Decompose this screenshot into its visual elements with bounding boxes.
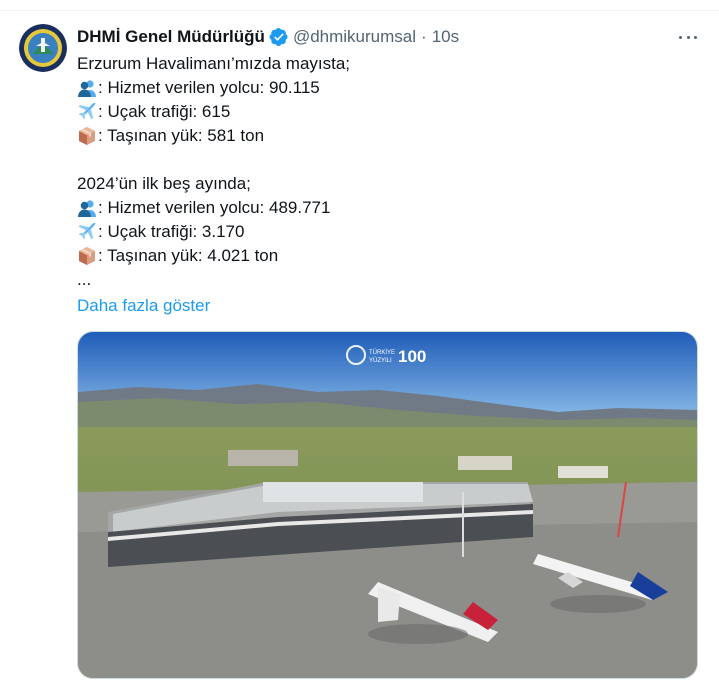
stat-line: : Hizmet verilen yolcu: 90.115 <box>77 76 697 100</box>
stat-line: : Uçak trafiği: 3.170 <box>77 220 697 244</box>
airplane-icon <box>77 102 97 122</box>
stat-line: : Hizmet verilen yolcu: 489.771 <box>77 196 697 220</box>
stat-text: : Taşınan yük: 581 ton <box>98 126 265 145</box>
tweet-header: DHMİ Genel Müdürlüğü @dhmikurumsal · 10s <box>77 26 459 48</box>
passengers-icon <box>77 198 97 218</box>
ellipsis: ... <box>77 270 92 289</box>
dhmi-logo-icon <box>19 24 67 72</box>
stat-line: : Taşınan yük: 581 ton <box>77 124 697 148</box>
stat-text: : Hizmet verilen yolcu: 489.771 <box>98 198 331 217</box>
logo-text-2: YÜZYILI <box>369 357 392 364</box>
author-handle[interactable]: @dhmikurumsal <box>293 27 416 47</box>
stat-text: : Uçak trafiği: 3.170 <box>98 222 245 241</box>
verified-badge-icon[interactable] <box>269 27 289 47</box>
intro-line: 2024’ün ilk beş ayında; <box>77 174 251 193</box>
tweet-text: Erzurum Havalimanı’mızda mayısta; : Hizm… <box>77 52 697 318</box>
airplane-icon <box>77 222 97 242</box>
airport-photo: TÜRKİYE YÜZYILI 100 <box>78 332 697 678</box>
logo-text-1: TÜRKİYE <box>369 349 395 356</box>
logo-number: 100 <box>398 347 426 366</box>
stat-text: : Uçak trafiği: 615 <box>98 102 231 121</box>
passengers-icon <box>77 78 97 98</box>
separator-dot: · <box>421 27 427 46</box>
stat-text: : Taşınan yük: 4.021 ton <box>98 246 279 265</box>
intro-line: Erzurum Havalimanı’mızda mayısta; <box>77 54 351 73</box>
stat-text: : Hizmet verilen yolcu: 90.115 <box>98 78 320 97</box>
top-divider <box>0 10 719 11</box>
avatar[interactable] <box>19 24 67 72</box>
more-options-icon[interactable] <box>677 30 699 44</box>
author-name[interactable]: DHMİ Genel Müdürlüğü <box>77 27 265 47</box>
package-icon <box>77 246 97 266</box>
package-icon <box>77 126 97 146</box>
tweet-media-image[interactable]: TÜRKİYE YÜZYILI 100 <box>77 331 698 679</box>
stat-line: : Taşınan yük: 4.021 ton <box>77 244 697 268</box>
timestamp[interactable]: 10s <box>432 27 459 47</box>
show-more-link[interactable]: Daha fazla göster <box>77 294 697 318</box>
stat-line: : Uçak trafiği: 615 <box>77 100 697 124</box>
